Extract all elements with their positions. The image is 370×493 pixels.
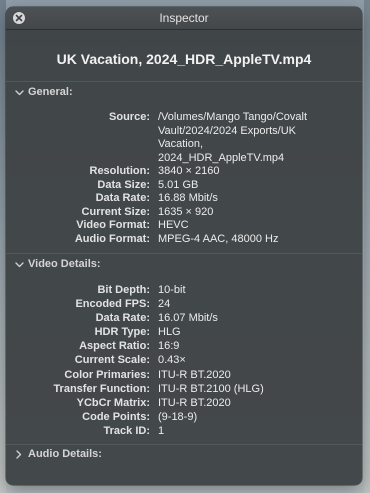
source-line: Vault/2024/2024 Exports/UK — [158, 124, 296, 137]
row-value: HLG — [158, 326, 181, 339]
info-row-data-rate: Data Rate: 16.88 Mbit/s — [6, 192, 362, 206]
row-value: 3840 × 2160 — [158, 165, 220, 177]
row-value: 16.07 Mbit/s — [158, 312, 218, 325]
row-label: Data Rate: — [95, 312, 150, 325]
info-row-current-size: Current Size: 1635 × 920 — [6, 206, 362, 220]
row-label: Audio Format: — [74, 232, 150, 245]
info-row-hdr-type: HDR Type: HLG — [6, 325, 362, 339]
row-value: MPEG-4 AAC, 48000 Hz — [158, 232, 279, 245]
close-icon — [15, 14, 23, 22]
row-value: 10-bit — [158, 284, 186, 296]
file-name-heading: UK Vacation, 2024_HDR_AppleTV.mp4 — [56, 51, 312, 67]
row-value: 16:9 — [158, 340, 180, 353]
info-row-encoded-fps: Encoded FPS: 24 — [6, 297, 362, 311]
chevron-right-icon — [13, 449, 25, 461]
info-row-source: Source: /Volumes/Mango Tango/Covalt Vaul… — [6, 111, 362, 165]
section-audio-details-toggle[interactable]: Audio Details: — [6, 445, 362, 464]
inspector-window: Inspector UK Vacation, 2024_HDR_AppleTV.… — [6, 7, 362, 485]
close-button[interactable] — [13, 12, 25, 24]
divider — [6, 81, 362, 82]
row-value: ITU-R BT.2020 — [158, 368, 231, 381]
section-general-toggle[interactable]: General: — [6, 83, 362, 102]
row-label: Data Rate: — [95, 192, 150, 204]
row-value: 24 — [158, 298, 171, 311]
row-value: ITU-R BT.2020 — [158, 396, 231, 409]
video-details-rows: Bit Depth: 10-bit Encoded FPS: 24 Data R… — [6, 274, 362, 444]
row-label: Current Size: — [81, 205, 150, 218]
row-label: Data Size: — [97, 178, 150, 191]
info-row-aspect-ratio: Aspect Ratio: 16:9 — [6, 339, 362, 353]
row-label: Current Scale: — [74, 354, 150, 367]
row-value: ITU-R BT.2100 (HLG) — [158, 382, 264, 395]
info-row-bit-depth: Bit Depth: 10-bit — [6, 283, 362, 297]
info-row-resolution: Resolution: 3840 × 2160 — [6, 165, 362, 179]
section-video-details-toggle[interactable]: Video Details: — [6, 255, 362, 274]
info-row-ycbcr-matrix: YCbCr Matrix: ITU-R BT.2020 — [6, 396, 362, 410]
info-row-track-id: Track ID: 1 — [6, 424, 362, 438]
row-label: HDR Type: — [94, 326, 150, 339]
info-row-audio-format: Audio Format: MPEG-4 AAC, 48000 Hz — [6, 233, 362, 247]
info-row-code-points: Code Points: (9-18-9) — [6, 410, 362, 424]
desktop-background-right — [364, 0, 370, 493]
info-row-current-scale: Current Scale: 0.43× — [6, 353, 362, 367]
window-title: Inspector — [159, 11, 209, 25]
row-value: 1635 × 920 — [158, 205, 214, 218]
row-label: Source: — [109, 111, 150, 123]
info-row-data-rate: Data Rate: 16.07 Mbit/s — [6, 311, 362, 325]
section-audio-details-label: Audio Details: — [28, 448, 102, 461]
row-label: Track ID: — [103, 424, 150, 437]
row-value: 16.88 Mbit/s — [158, 192, 218, 204]
general-rows: Source: /Volumes/Mango Tango/Covalt Vaul… — [6, 102, 362, 253]
row-label: Transfer Function: — [53, 382, 150, 395]
row-label: Video Format: — [76, 219, 150, 231]
source-path-value[interactable]: /Volumes/Mango Tango/Covalt Vault/2024/2… — [158, 111, 362, 165]
row-label: YCbCr Matrix: — [76, 396, 150, 409]
info-row-color-primaries: Color Primaries: ITU-R BT.2020 — [6, 368, 362, 382]
section-general-label: General: — [28, 86, 73, 98]
chevron-down-icon — [13, 259, 25, 271]
row-label: Resolution: — [89, 165, 151, 177]
source-line: Vacation, — [158, 138, 204, 150]
info-row-video-format: Video Format: HEVC — [6, 219, 362, 233]
row-label: Bit Depth: — [97, 284, 150, 296]
title-bar[interactable]: Inspector — [6, 7, 362, 30]
row-label: Encoded FPS: — [75, 298, 150, 311]
source-line: 2024_HDR_AppleTV.mp4 — [158, 151, 285, 164]
row-value: 0.43× — [158, 354, 186, 367]
divider — [6, 253, 362, 254]
row-value: 5.01 GB — [158, 178, 199, 191]
chevron-down-icon — [13, 87, 25, 99]
row-label: Color Primaries: — [64, 368, 150, 381]
row-label: Aspect Ratio: — [79, 340, 150, 353]
row-value: HEVC — [158, 219, 189, 231]
source-line: /Volumes/Mango Tango/Covalt — [158, 111, 307, 123]
row-value: (9-18-9) — [158, 410, 198, 423]
row-label: Code Points: — [82, 410, 150, 423]
info-row-data-size: Data Size: 5.01 GB — [6, 179, 362, 193]
info-row-transfer-function: Transfer Function: ITU-R BT.2100 (HLG) — [6, 382, 362, 396]
row-value: 1 — [158, 424, 165, 437]
section-video-details-label: Video Details: — [28, 258, 101, 270]
